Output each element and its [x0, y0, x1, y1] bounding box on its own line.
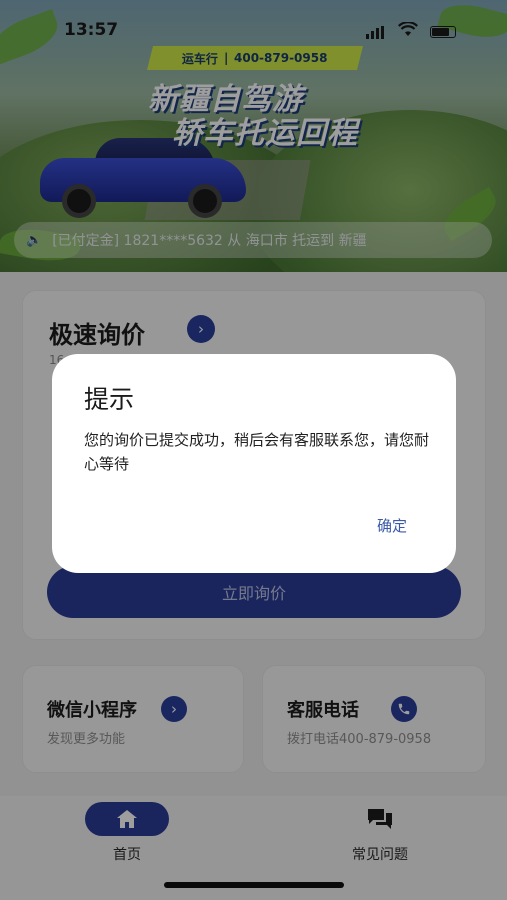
alert-dialog: 提示 您的询价已提交成功，稍后会有客服联系您，请您耐心等待 确定 [52, 354, 456, 573]
dialog-message: 您的询价已提交成功，稍后会有客服联系您，请您耐心等待 [84, 431, 430, 473]
confirm-button[interactable]: 确定 [356, 510, 428, 540]
dialog-title: 提示 [84, 385, 135, 414]
